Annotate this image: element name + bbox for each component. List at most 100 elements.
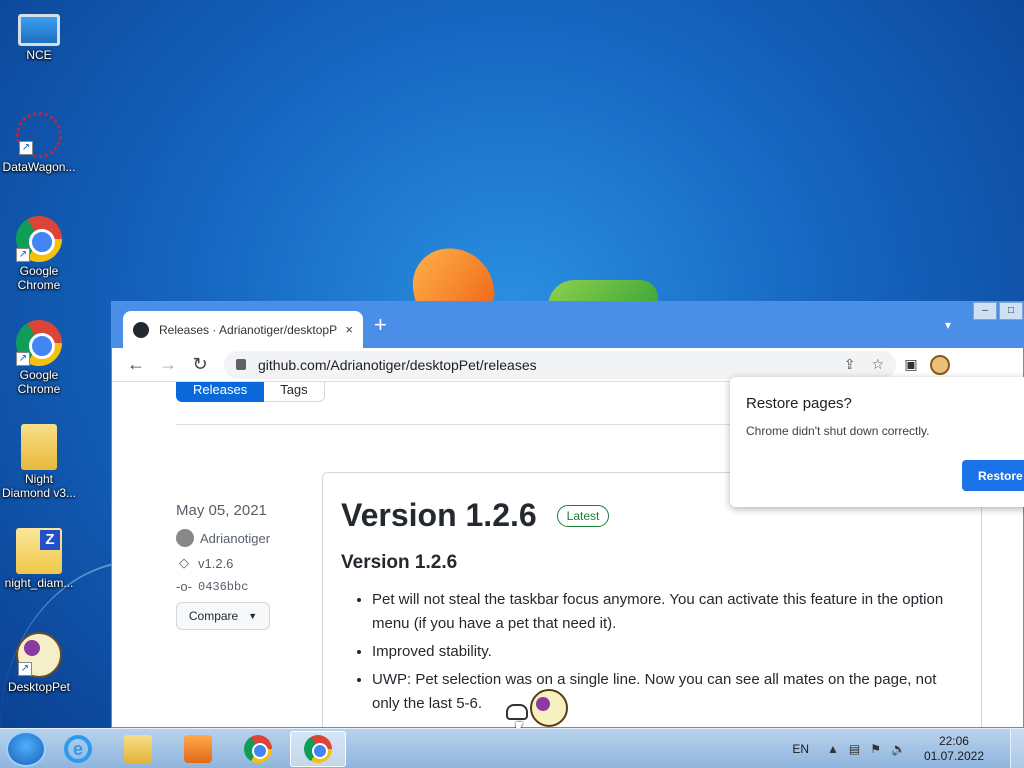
- caret-down-icon: ▼: [248, 611, 258, 621]
- show-hidden-icons-icon[interactable]: ▲: [827, 742, 839, 756]
- minimize-button[interactable]: –: [973, 302, 997, 320]
- taskbar-media-player[interactable]: [170, 731, 226, 767]
- forward-button[interactable]: →: [152, 354, 184, 375]
- language-indicator[interactable]: EN: [792, 742, 809, 756]
- tab-title: Releases · Adrianotiger/desktopP: [159, 322, 338, 337]
- folder-icon: [21, 424, 57, 470]
- share-icon[interactable]: ⇪: [844, 356, 856, 373]
- datawagon-icon: ↗: [16, 112, 62, 158]
- shortcut-arrow-icon: ↗: [18, 662, 32, 676]
- zip-archive-icon: Z: [16, 528, 62, 574]
- desktop-icon-chrome-2[interactable]: ↗ Google Chrome: [0, 320, 78, 396]
- release-date: May 05, 2021: [176, 502, 267, 519]
- taskbar-file-explorer[interactable]: [110, 731, 166, 767]
- chrome-icon: [304, 734, 332, 763]
- desktop-icon-label: DesktopPet: [7, 680, 71, 694]
- address-bar[interactable]: github.com/Adrianotiger/desktopPet/relea…: [224, 350, 896, 379]
- action-center-flag-icon[interactable]: ⚑: [870, 742, 881, 756]
- desktop-icon-night-diamond[interactable]: Night Diamond v3...: [0, 424, 78, 500]
- volume-icon[interactable]: 🔈: [891, 742, 906, 756]
- tags-tab[interactable]: Tags: [264, 382, 325, 402]
- tab-search-chevron-down-icon[interactable]: ▾: [945, 318, 951, 332]
- release-commit[interactable]: -o- 0436bbc: [176, 579, 316, 594]
- clock-time: 22:06: [938, 734, 969, 748]
- release-notes-heading: Version 1.2.6: [341, 552, 458, 573]
- latest-badge: Latest: [556, 504, 610, 527]
- system-tray: EN ▲ ▤ ⚑ 🔈 22:06 01.07.2022: [792, 729, 1024, 768]
- tab-strip: Releases · Adrianotiger/desktopP × + ▾ –…: [112, 302, 1023, 348]
- profile-avatar[interactable]: [930, 354, 950, 375]
- tag-icon: ◇: [179, 555, 189, 570]
- taskbar-internet-explorer[interactable]: e: [50, 731, 106, 767]
- shortcut-arrow-icon: ↗: [19, 141, 33, 155]
- start-button[interactable]: [6, 730, 46, 767]
- chrome-icon: ↗: [16, 216, 62, 262]
- clock-date: 01.07.2022: [923, 749, 984, 763]
- show-desktop-button[interactable]: [1010, 729, 1024, 768]
- desktop-icon-desktoppet[interactable]: ↗ DesktopPet: [0, 632, 78, 694]
- commit-hash[interactable]: 0436bbc: [198, 580, 248, 594]
- desktop-icon-night-diam-zip[interactable]: Z night_diam...: [0, 528, 78, 590]
- shortcut-arrow-icon: ↗: [16, 352, 30, 366]
- restore-pages-popup: Restore pages? Chrome didn't shut down c…: [730, 377, 1024, 507]
- releases-tags-nav: Releases Tags: [176, 382, 325, 402]
- list-item: UWP: Pet selection was on a single line.…: [372, 668, 963, 716]
- restore-button[interactable]: Restore: [962, 460, 1024, 491]
- new-tab-button[interactable]: +: [374, 314, 387, 336]
- shortcut-arrow-icon: ↗: [16, 248, 30, 262]
- media-player-icon: [184, 734, 212, 763]
- reload-button[interactable]: ↻: [184, 354, 216, 375]
- chrome-icon: [244, 734, 272, 763]
- releases-tab[interactable]: Releases: [176, 382, 265, 402]
- maximize-button[interactable]: □: [999, 302, 1023, 320]
- chrome-window: Releases · Adrianotiger/desktopP × + ▾ –…: [111, 301, 1024, 728]
- author-name[interactable]: Adrianotiger: [200, 531, 270, 546]
- back-button[interactable]: ←: [120, 354, 152, 375]
- desktop-icon-chrome-1[interactable]: ↗ Google Chrome: [0, 216, 78, 292]
- sheep-icon: ↗: [16, 632, 62, 678]
- window-controls: – □: [971, 302, 1023, 320]
- author-avatar: [176, 529, 194, 547]
- desktop-icon-label: night_diam...: [4, 576, 74, 590]
- folder-icon: [124, 734, 152, 763]
- network-icon[interactable]: ▤: [849, 742, 860, 756]
- computer-icon: [18, 14, 60, 46]
- popup-message: Chrome didn't shut down correctly.: [746, 424, 930, 438]
- internet-explorer-icon: e: [64, 734, 92, 763]
- desktop-pet-sheep[interactable]: [530, 689, 568, 727]
- desktop-pet-cat[interactable]: [506, 704, 528, 720]
- release-title[interactable]: Version 1.2.6: [341, 497, 537, 534]
- taskbar-chrome-active[interactable]: [290, 730, 346, 767]
- release-notes-list: Pet will not steal the taskbar focus any…: [341, 588, 963, 716]
- desktop-icon-label: Night Diamond v3...: [1, 472, 77, 500]
- tag-name[interactable]: v1.2.6: [198, 556, 233, 571]
- zip-letter: Z: [40, 530, 60, 550]
- desktop-icon-label: Google Chrome: [17, 264, 61, 292]
- compare-button[interactable]: Compare ▼: [176, 602, 270, 630]
- list-item: Pet will not steal the taskbar focus any…: [372, 588, 963, 636]
- desktop-icon-datawagon[interactable]: ↗ DataWagon...: [0, 112, 78, 174]
- release-tag[interactable]: ◇ v1.2.6: [176, 555, 316, 571]
- release-sidebar: May 05, 2021 Adrianotiger ◇ v1.2.6 -o- 0…: [176, 502, 316, 630]
- desktop-icon-label: DataWagon...: [2, 160, 76, 174]
- side-panel-icon[interactable]: ▣: [896, 356, 926, 373]
- tab-releases[interactable]: Releases · Adrianotiger/desktopP ×: [123, 311, 363, 348]
- desktop-icon-nce[interactable]: NCE: [0, 8, 78, 62]
- github-icon: [133, 321, 149, 338]
- tab-close-icon[interactable]: ×: [345, 322, 353, 337]
- lock-icon[interactable]: [236, 359, 246, 370]
- desktop-icon-label: NCE: [26, 48, 52, 62]
- url-text[interactable]: github.com/Adrianotiger/desktopPet/relea…: [258, 357, 828, 373]
- divider: [176, 424, 736, 425]
- chrome-icon: ↗: [16, 320, 62, 366]
- taskbar: e EN ▲ ▤ ⚑ 🔈 22:06 01.07.2022: [0, 728, 1024, 768]
- popup-title: Restore pages?: [746, 395, 852, 412]
- release-author[interactable]: Adrianotiger: [176, 529, 316, 547]
- list-item: Improved stability.: [372, 640, 963, 664]
- release-card: Version 1.2.6 Latest Version 1.2.6 Pet w…: [322, 472, 982, 727]
- desktop-icon-label: Google Chrome: [17, 368, 61, 396]
- clock[interactable]: 22:06 01.07.2022: [924, 734, 984, 764]
- bookmark-star-icon[interactable]: ☆: [871, 356, 884, 373]
- taskbar-chrome[interactable]: [230, 731, 286, 767]
- compare-label: Compare: [188, 609, 239, 623]
